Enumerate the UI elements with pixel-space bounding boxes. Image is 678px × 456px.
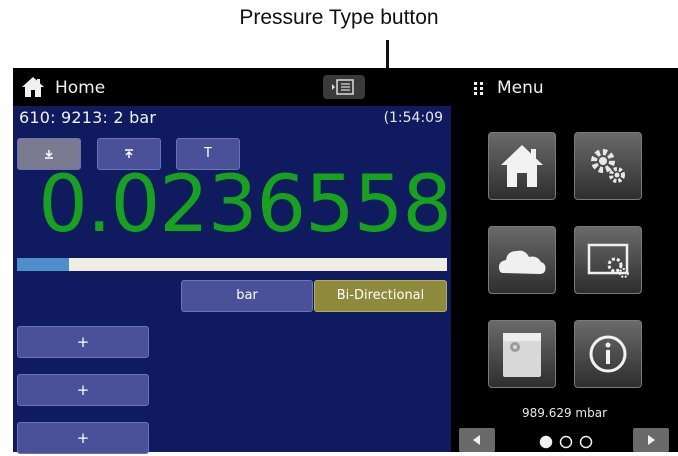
callout-label: Pressure Type button [0,6,678,30]
chevron-left-icon [473,435,480,445]
settings-icon [591,149,625,183]
barometer-reading: 989.629 mbar [521,406,608,420]
channel-display: 610: 9213: 2 bar (1:54:09 T 0.0236558 ba [13,106,452,454]
range-bar [17,258,447,271]
title-bar: Home [13,68,451,106]
calibration-icon [503,333,541,377]
add-function-button-1[interactable]: + [17,326,149,358]
menu-panel: Menu 989.629 mbar [451,68,678,452]
page-dot [559,435,573,449]
settings-tile[interactable] [574,132,642,200]
info-icon [589,335,627,373]
home-icon[interactable] [21,76,45,102]
add-function-button-2[interactable]: + [17,374,149,406]
info-tile[interactable] [574,320,642,388]
cloud-icon [499,250,546,274]
menu-toggle-icon [332,79,354,95]
home-tile[interactable] [488,132,556,200]
device-screen: Home 610: 9213: 2 bar (1:54:09 T 0.02365… [13,68,678,454]
page-dot [579,435,593,449]
zero-icon [45,149,53,159]
page-indicator [539,434,599,453]
home-panel: Home 610: 9213: 2 bar (1:54:09 T 0.02365… [13,68,452,454]
add-function-button-3[interactable]: + [17,422,149,454]
page-title: Home [55,78,106,98]
unit-button[interactable]: bar [181,280,313,312]
calibration-tile[interactable] [488,320,556,388]
range-icon [125,148,133,158]
pressure-type-button[interactable]: Bi-Directional [314,280,447,312]
menu-grid-icon [473,80,485,99]
range-bar-fill [17,258,69,271]
callout-text: Pressure Type button [239,6,439,29]
home-tile-icon [501,145,543,187]
pressure-reading: 0.0236558 [38,160,452,250]
display-settings-icon [587,243,629,278]
page-dot-active [539,435,553,449]
menu-toggle-button[interactable] [323,75,365,99]
cloud-tile[interactable] [488,226,556,294]
display-settings-tile[interactable] [574,226,642,294]
chevron-right-icon [648,435,655,445]
clock: (1:54:09 [383,110,443,126]
prev-page-button[interactable] [459,428,495,452]
channel-info: 610: 9213: 2 bar [19,108,157,127]
menu-title: Menu [497,78,544,98]
next-page-button[interactable] [633,428,669,452]
